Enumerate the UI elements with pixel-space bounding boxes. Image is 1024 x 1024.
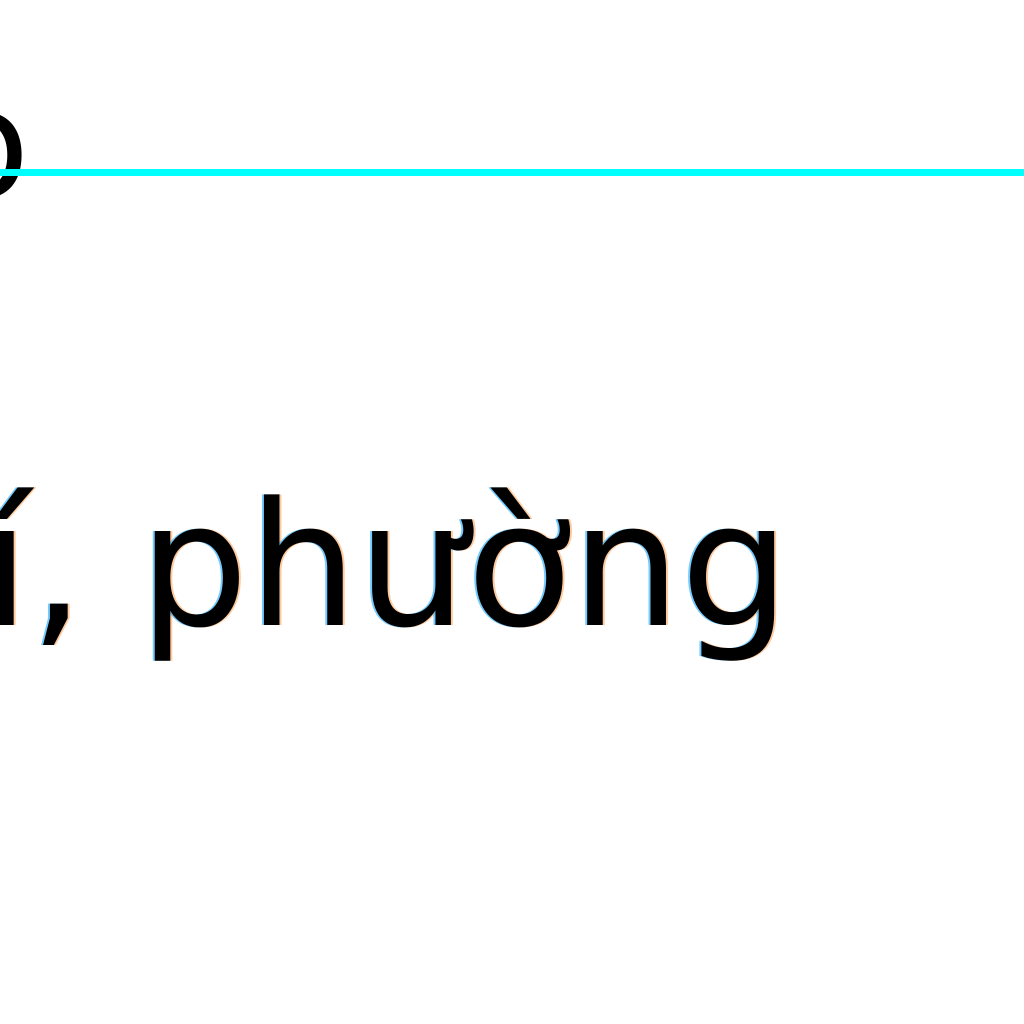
top-glyph-fragment: o: [0, 70, 30, 220]
text-fragment: í, phường: [0, 465, 790, 666]
cyan-guide-line: [0, 169, 1024, 176]
zoomed-text-canvas: o í, phường: [0, 0, 1024, 1024]
